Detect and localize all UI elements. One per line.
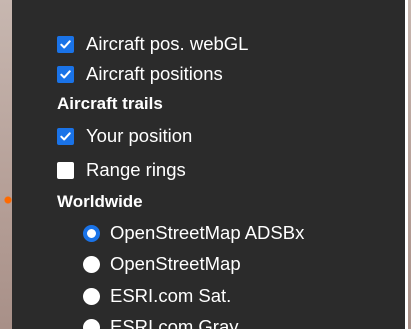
radio-selected-icon[interactable]	[83, 224, 100, 242]
section-heading-worldwide: Worldwide	[57, 192, 143, 211]
basemap-option-openstreetmap-adsbx[interactable]: OpenStreetMap ADSBx	[83, 219, 304, 247]
layer-option-aircraft-positions[interactable]: Aircraft positions	[57, 60, 223, 88]
basemap-option-label: ESRI.com Gray	[110, 316, 239, 329]
layer-option-aircraft-pos-webgl[interactable]: Aircraft pos. webGL	[57, 30, 248, 58]
layer-menu-panel: Aircraft pos. webGL Aircraft positions A…	[12, 0, 408, 329]
layer-option-label: Range rings	[86, 159, 186, 180]
radio-unselected-icon[interactable]	[83, 255, 100, 273]
layer-option-label: Your position	[86, 125, 193, 146]
radio-unselected-icon[interactable]	[83, 318, 100, 329]
checkbox-unchecked-icon[interactable]	[57, 161, 74, 179]
checkbox-checked-icon[interactable]	[57, 65, 74, 83]
basemap-option-label: OpenStreetMap	[110, 253, 241, 274]
layer-option-your-position[interactable]: Your position	[57, 122, 192, 150]
section-heading-aircraft-trails: Aircraft trails	[57, 94, 163, 113]
basemap-option-esri-sat[interactable]: ESRI.com Sat.	[83, 282, 231, 310]
checkbox-checked-icon[interactable]	[57, 35, 74, 53]
layer-option-label: Aircraft positions	[86, 63, 223, 84]
basemap-option-openstreetmap[interactable]: OpenStreetMap	[83, 250, 241, 278]
radio-unselected-icon[interactable]	[83, 287, 100, 305]
checkbox-checked-icon[interactable]	[57, 127, 74, 145]
layer-option-range-rings[interactable]: Range rings	[57, 156, 186, 184]
layer-option-label: Aircraft pos. webGL	[86, 33, 249, 54]
basemap-option-label: OpenStreetMap ADSBx	[110, 222, 305, 243]
basemap-option-esri-gray[interactable]: ESRI.com Gray	[83, 313, 239, 329]
basemap-option-label: ESRI.com Sat.	[110, 285, 232, 306]
